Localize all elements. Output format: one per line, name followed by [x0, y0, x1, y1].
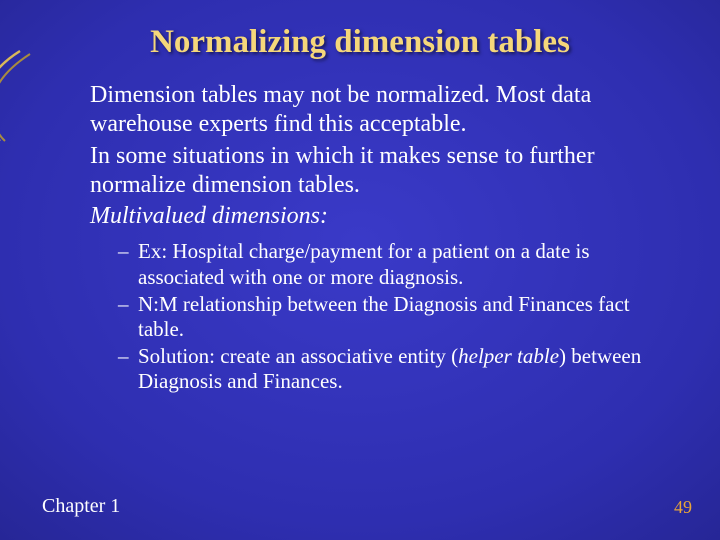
sub-item-3: Solution: create an associative entity (… [118, 344, 656, 395]
slide-content: Dimension tables may not be normalized. … [0, 61, 720, 395]
sub-item-3-italic: helper table [458, 344, 559, 368]
sub-list: Ex: Hospital charge/payment for a patien… [90, 233, 656, 395]
footer-page-number: 49 [674, 497, 692, 518]
slide-title: Normalizing dimension tables [0, 0, 720, 61]
sub-item-3-prefix: Solution: create an associative entity ( [138, 344, 458, 368]
sub-item-2: N:M relationship between the Diagnosis a… [118, 292, 656, 343]
paragraph-1: Dimension tables may not be normalized. … [90, 81, 656, 140]
paragraph-3-heading: Multivalued dimensions: [90, 202, 656, 231]
sub-item-1: Ex: Hospital charge/payment for a patien… [118, 239, 656, 290]
footer-chapter: Chapter 1 [42, 495, 120, 518]
paragraph-2: In some situations in which it makes sen… [90, 142, 656, 201]
